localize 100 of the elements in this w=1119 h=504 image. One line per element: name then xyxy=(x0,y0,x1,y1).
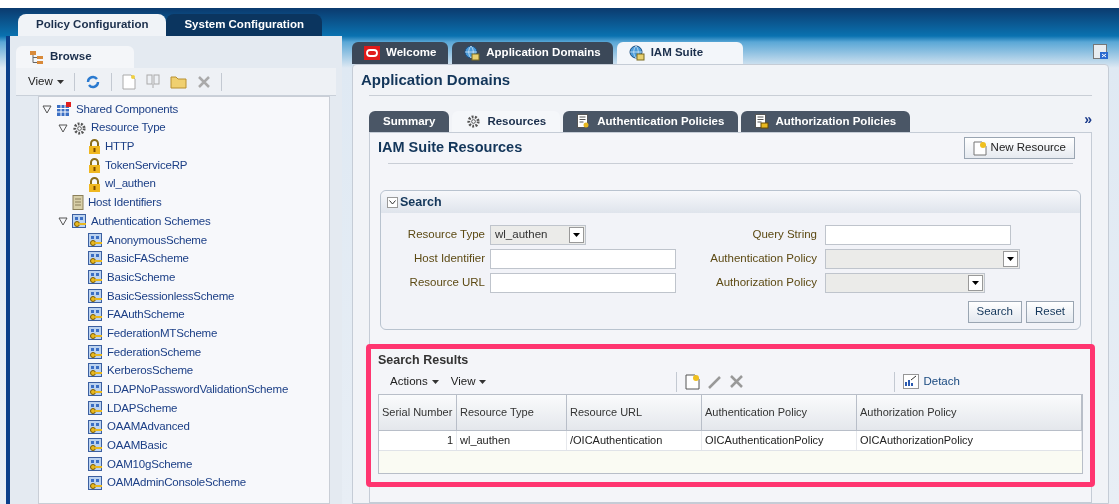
grid-icon xyxy=(56,101,72,117)
tree-item[interactable]: FederationMTScheme xyxy=(107,324,218,343)
sub-tab[interactable]: Authorization Policies xyxy=(741,111,911,132)
form-button[interactable]: Search xyxy=(967,301,1022,323)
sub-tab[interactable]: Resources xyxy=(452,111,561,132)
detach-button[interactable]: Detach xyxy=(903,373,960,391)
document-tab[interactable]: IAM Suite xyxy=(616,42,744,64)
dropdown-arrow-icon xyxy=(573,233,580,237)
search-title: Search xyxy=(400,193,442,211)
detach-icon xyxy=(903,374,920,390)
scheme-icon xyxy=(88,456,103,472)
new-document-icon xyxy=(972,140,987,156)
scheme-icon xyxy=(88,288,103,304)
tree-item[interactable]: LDAPScheme xyxy=(107,399,178,417)
more-tabs-button[interactable]: » xyxy=(1084,109,1092,132)
scheme-icon xyxy=(88,232,103,248)
main-tab[interactable]: Policy Configuration xyxy=(18,14,167,36)
dropdown-field[interactable] xyxy=(825,249,1020,269)
dropdown-arrow-icon xyxy=(1007,257,1014,261)
tree-item[interactable]: wl_authen xyxy=(105,175,156,193)
dropdown-field[interactable]: wl_authen xyxy=(490,225,586,245)
results-title: Search Results xyxy=(378,352,470,369)
table-cell: OICAuthorizationPolicy xyxy=(857,430,1082,450)
text-field[interactable] xyxy=(490,273,676,293)
policy-icon xyxy=(755,114,770,129)
scheme-icon xyxy=(88,251,103,267)
column-header[interactable]: Serial Number xyxy=(379,394,457,430)
tree-item[interactable]: OAMAdminConsoleScheme xyxy=(107,474,246,492)
main-tab[interactable]: System Configuration xyxy=(166,14,322,36)
column-header[interactable]: Authentication Policy xyxy=(702,394,857,430)
scheme-icon xyxy=(88,363,103,379)
caret-icon xyxy=(479,379,487,384)
expanded-toggle-icon[interactable] xyxy=(57,215,68,227)
text-field[interactable] xyxy=(490,249,676,269)
table-cell: OICAuthenticationPolicy xyxy=(702,430,857,450)
tree-item[interactable]: Host Identifiers xyxy=(88,194,162,212)
table-cell: 1 xyxy=(379,430,457,450)
new-resource-button[interactable]: New Resource xyxy=(963,137,1075,159)
tree-item[interactable]: Shared Components xyxy=(76,100,179,118)
page-title: Application Domains xyxy=(361,69,512,90)
toolbar-menu[interactable]: Actions xyxy=(390,373,439,391)
tree-item[interactable]: BasicSessionlessScheme xyxy=(107,287,235,305)
column-header[interactable]: Resource Type xyxy=(457,394,567,430)
dropdown-field[interactable] xyxy=(825,273,985,293)
tree-item[interactable]: BasicFAScheme xyxy=(107,250,189,268)
edit-icon[interactable] xyxy=(707,373,724,390)
field-label: Resource Type xyxy=(406,227,485,243)
expanded-toggle-icon[interactable] xyxy=(57,122,68,134)
new-row-icon[interactable] xyxy=(685,373,702,390)
delete-icon[interactable] xyxy=(196,74,211,89)
new-document-icon[interactable] xyxy=(121,73,136,90)
tree-item[interactable]: TokenServiceRP xyxy=(105,156,188,175)
expanded-toggle-icon[interactable] xyxy=(41,103,52,115)
browse-tab[interactable]: Browse xyxy=(16,46,134,68)
tree-item[interactable]: OAAMAdvanced xyxy=(107,418,190,436)
scheme-icon xyxy=(88,307,103,323)
delete-icon[interactable] xyxy=(729,374,745,390)
text-field[interactable] xyxy=(825,225,1011,245)
gear-icon xyxy=(466,114,482,129)
tree-item[interactable]: Resource Type xyxy=(91,119,166,137)
table-cell: wl_authen xyxy=(457,430,567,450)
collapse-toggle-icon[interactable] xyxy=(387,196,398,208)
field-label: Authentication Policy xyxy=(709,251,817,267)
view-menu[interactable]: View xyxy=(28,72,64,91)
close-panel-icon[interactable] xyxy=(1093,44,1109,60)
tree-item[interactable]: AnonymousScheme xyxy=(107,231,207,249)
column-header[interactable]: Resource URL xyxy=(567,394,702,430)
lock-icon xyxy=(88,157,101,173)
tree-item[interactable]: OAM10gScheme xyxy=(107,455,193,474)
document-tab[interactable]: Welcome xyxy=(352,42,449,64)
document-tab[interactable]: Application Domains xyxy=(452,42,613,64)
duplicate-icon[interactable] xyxy=(145,73,160,90)
tree-item[interactable]: KerberosScheme xyxy=(107,362,194,380)
caret-icon xyxy=(56,79,64,84)
folder-icon[interactable] xyxy=(169,74,187,89)
form-button[interactable]: Reset xyxy=(1025,301,1074,323)
tree-item[interactable]: FederationScheme xyxy=(107,343,201,361)
column-header[interactable]: Authorization Policy xyxy=(857,394,1082,430)
scheme-icon xyxy=(88,475,103,491)
tree-item[interactable]: BasicScheme xyxy=(107,268,176,287)
refresh-icon[interactable] xyxy=(84,73,101,90)
scheme-icon xyxy=(88,419,103,435)
lock-icon xyxy=(88,176,101,192)
tree-item[interactable]: HTTP xyxy=(105,138,135,156)
gear-icon xyxy=(72,120,87,136)
tree-item[interactable]: Authentication Schemes xyxy=(91,212,211,231)
caret-icon xyxy=(431,379,439,384)
scheme-icon xyxy=(88,438,103,454)
tree-item[interactable]: LDAPNoPasswordValidationScheme xyxy=(107,381,289,399)
globe-icon xyxy=(628,45,645,61)
tree-item[interactable]: FAAuthScheme xyxy=(107,306,185,324)
oracle-icon xyxy=(364,46,380,60)
scheme-icon xyxy=(88,326,103,342)
sub-tab[interactable]: Authentication Policies xyxy=(563,111,739,132)
lock-icon xyxy=(88,139,101,155)
sub-tab[interactable]: Summary xyxy=(369,111,450,132)
tree-item[interactable]: OAAMBasic xyxy=(107,437,168,455)
toolbar-menu[interactable]: View xyxy=(450,373,487,391)
table-cell: /OICAuthentication xyxy=(567,430,702,450)
field-label: Authorization Policy xyxy=(715,275,817,291)
